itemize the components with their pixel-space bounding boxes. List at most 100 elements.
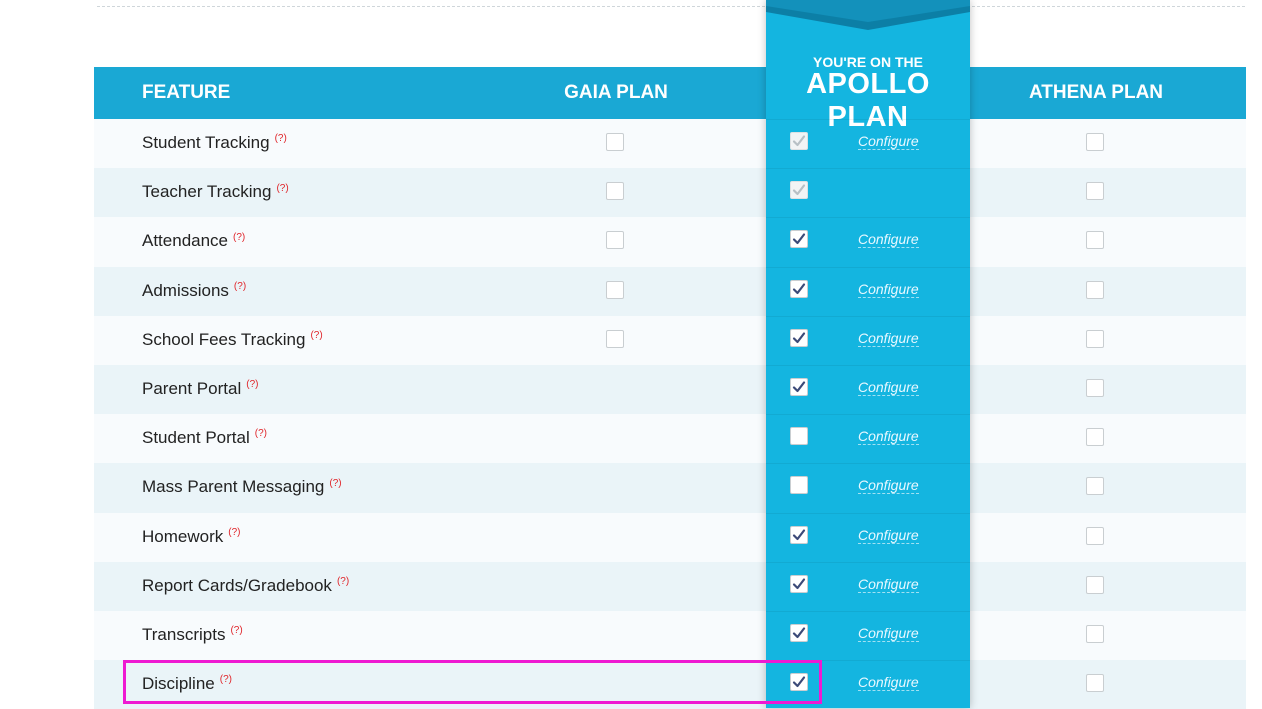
apollo-plan-checkbox[interactable] <box>790 132 808 150</box>
athena-plan-checkbox[interactable] <box>1086 231 1104 250</box>
feature-label: Student Portal <box>142 428 250 448</box>
configure-link[interactable]: Configure <box>858 231 919 249</box>
apollo-plan-checkbox[interactable] <box>790 328 808 347</box>
athena-plan-checkbox[interactable] <box>1086 182 1104 201</box>
help-icon[interactable]: (?) <box>234 281 246 292</box>
configure-link[interactable]: Configure <box>858 379 919 396</box>
feature-name: Mass Parent Messaging (?) <box>142 477 342 497</box>
table-row: Student Portal (?) <box>94 414 1246 464</box>
feature-name: Transcripts (?) <box>142 625 243 645</box>
help-icon[interactable]: (?) <box>310 330 322 341</box>
apollo-plan-checkbox[interactable] <box>790 476 808 495</box>
feature-column-header: FEATURE <box>142 82 231 103</box>
feature-name: Student Tracking (?) <box>142 133 287 153</box>
top-divider <box>97 6 1245 7</box>
apollo-cell: Configure <box>766 611 970 660</box>
apollo-cell: Configure <box>766 365 970 414</box>
athena-plan-checkbox[interactable] <box>1086 624 1104 643</box>
configure-link[interactable]: Configure <box>858 576 919 593</box>
configure-link[interactable]: Configure <box>858 674 919 692</box>
help-icon[interactable]: (?) <box>255 428 267 439</box>
row-divider <box>766 414 970 416</box>
feature-name: Parent Portal (?) <box>142 379 258 399</box>
help-icon[interactable]: (?) <box>233 232 245 243</box>
athena-plan-checkbox[interactable] <box>1086 329 1104 348</box>
table-row: Admissions (?) <box>94 266 1246 316</box>
apollo-plan-checkbox[interactable] <box>790 230 808 249</box>
athena-plan-checkbox[interactable] <box>1086 575 1104 594</box>
table-row: Parent Portal (?) <box>94 364 1246 415</box>
plan-comparison-table: FEATURE GAIA PLAN ATHENA PLAN Student Tr… <box>94 67 1246 709</box>
feature-name: Report Cards/Gradebook (?) <box>142 576 349 596</box>
gaia-plan-checkbox[interactable] <box>606 133 624 151</box>
help-icon[interactable]: (?) <box>230 625 242 636</box>
table-row: Teacher Tracking (?) <box>94 168 1246 218</box>
apollo-cell: Configure <box>766 217 970 266</box>
apollo-plan-checkbox[interactable] <box>790 181 808 200</box>
apollo-cell: Configure <box>766 315 970 365</box>
row-divider <box>766 266 970 268</box>
table-row: Mass Parent Messaging (?) <box>94 463 1246 513</box>
table-row: Report Cards/Gradebook (?) <box>94 561 1246 611</box>
athena-plan-checkbox[interactable] <box>1086 674 1104 693</box>
apollo-plan-checkbox[interactable] <box>790 525 808 544</box>
athena-plan-header: ATHENA PLAN <box>1028 82 1164 103</box>
apollo-cell: Configure <box>766 561 970 611</box>
configure-link[interactable]: Configure <box>858 625 919 642</box>
help-icon[interactable]: (?) <box>275 133 287 144</box>
row-divider <box>766 365 970 366</box>
athena-plan-checkbox[interactable] <box>1086 133 1104 151</box>
athena-plan-checkbox[interactable] <box>1086 477 1104 496</box>
table-row: School Fees Tracking (?) <box>94 315 1246 365</box>
apollo-plan-checkbox[interactable] <box>790 574 808 593</box>
athena-plan-checkbox[interactable] <box>1086 526 1104 545</box>
table-row: Student Tracking (?) <box>94 119 1246 169</box>
apollo-cell: Configure <box>766 266 970 316</box>
feature-label: School Fees Tracking <box>142 329 306 349</box>
feature-label: Admissions <box>142 280 229 300</box>
help-icon[interactable]: (?) <box>246 379 258 390</box>
configure-link[interactable]: Configure <box>858 133 919 150</box>
feature-name: Teacher Tracking (?) <box>142 182 289 202</box>
gaia-plan-checkbox[interactable] <box>606 280 624 299</box>
gaia-plan-checkbox[interactable] <box>606 182 624 201</box>
apollo-cell: Configure <box>766 463 970 512</box>
configure-link[interactable]: Configure <box>858 428 919 446</box>
help-icon[interactable]: (?) <box>337 576 349 587</box>
discipline-row-highlight <box>123 660 822 704</box>
table-row: Attendance (?) <box>94 217 1246 267</box>
help-icon[interactable]: (?) <box>276 183 288 194</box>
feature-label: Transcripts <box>142 624 226 644</box>
apollo-cell: Configure <box>766 119 970 168</box>
feature-name: Homework (?) <box>142 527 240 547</box>
help-icon[interactable]: (?) <box>228 527 240 538</box>
configure-link[interactable]: Configure <box>858 330 919 347</box>
feature-label: Parent Portal <box>142 378 242 398</box>
feature-name: Attendance (?) <box>142 231 245 251</box>
table-row: Transcripts (?) <box>94 610 1246 661</box>
table-header: FEATURE GAIA PLAN ATHENA PLAN <box>94 67 1246 119</box>
apollo-cell: Configure <box>766 512 970 562</box>
configure-link[interactable]: Configure <box>858 527 919 544</box>
apollo-plan-checkbox[interactable] <box>790 378 808 396</box>
row-divider <box>766 611 970 612</box>
configure-link[interactable]: Configure <box>858 477 919 495</box>
apollo-plan-checkbox[interactable] <box>790 624 808 642</box>
apollo-plan-checkbox[interactable] <box>790 279 808 298</box>
help-icon[interactable]: (?) <box>329 478 341 489</box>
athena-plan-checkbox[interactable] <box>1086 428 1104 447</box>
athena-plan-checkbox[interactable] <box>1086 378 1104 397</box>
feature-label: Homework <box>142 526 224 546</box>
feature-label: Student Tracking <box>142 133 270 152</box>
feature-label: Mass Parent Messaging <box>142 477 325 497</box>
feature-name: Admissions (?) <box>142 281 246 301</box>
athena-plan-checkbox[interactable] <box>1086 280 1104 299</box>
gaia-plan-checkbox[interactable] <box>606 231 624 250</box>
feature-label: Attendance <box>142 231 229 251</box>
row-divider <box>766 315 970 317</box>
apollo-banner-ribbon-icon <box>766 0 970 30</box>
apollo-plan-checkbox[interactable] <box>790 427 808 446</box>
apollo-cell <box>766 168 970 217</box>
gaia-plan-checkbox[interactable] <box>606 329 624 348</box>
configure-link[interactable]: Configure <box>858 281 919 298</box>
